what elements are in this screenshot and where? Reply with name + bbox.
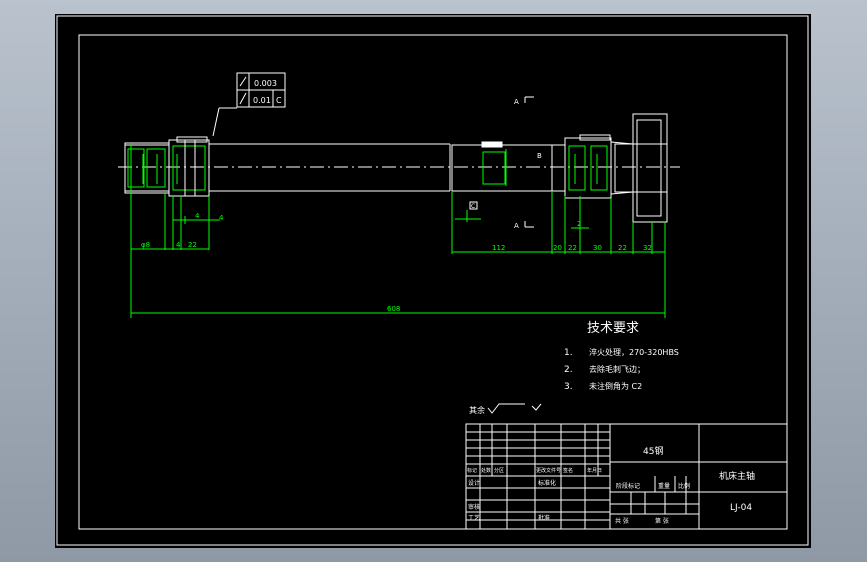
section-a-bottom: A	[514, 222, 519, 230]
inner-frame	[78, 34, 788, 530]
title-approve: 批准	[538, 514, 550, 522]
section-b-label: B	[537, 152, 542, 160]
tech-title: 技术要求	[587, 321, 639, 336]
surface-note: 其余	[469, 405, 485, 415]
cad-drawing: 0.003 0.01 C A A B C φ8 4 22 4 4 112 20 …	[56, 15, 809, 546]
dim-overall: 608	[387, 305, 400, 313]
dim-left-3: 22	[188, 241, 197, 249]
shaft-body	[124, 113, 668, 223]
dim-right-6: 32	[643, 244, 652, 252]
dim-right-3: 2	[577, 220, 581, 228]
title-standard: 标准化	[538, 479, 556, 487]
surface-roughness-icon	[487, 403, 525, 414]
tech-item-3-text: 未注倒角为 C2	[589, 381, 642, 391]
tech-item-1-num: 1.	[564, 348, 573, 358]
dim-left-1: φ8	[141, 241, 150, 249]
outer-frame	[56, 15, 809, 546]
dim-right-2: 22	[568, 244, 577, 252]
title-part-name: 机床主轴	[719, 470, 755, 482]
dim-left-4: 4	[195, 212, 200, 220]
dim-right-5: 22	[618, 244, 627, 252]
section-a-top: A	[514, 98, 519, 106]
title-sign: 签名	[563, 467, 573, 474]
dim-left-5: 4	[219, 214, 224, 222]
title-count: 处数	[481, 467, 491, 474]
tech-item-2-num: 2.	[564, 365, 573, 375]
roughness-bracket-icon	[531, 403, 542, 411]
title-mark: 标记	[467, 467, 477, 474]
title-stage-mark: 阶段标记	[616, 482, 640, 490]
title-zone: 分区	[494, 467, 504, 474]
dim-left-2: 4	[176, 241, 181, 249]
title-process: 工艺	[468, 514, 480, 522]
datum-c: C	[471, 203, 475, 210]
title-sheet-no: 第 张	[655, 517, 669, 525]
tech-item-3-num: 3.	[564, 382, 573, 392]
dim-right-1: 20	[553, 244, 562, 252]
title-material: 45钢	[643, 445, 663, 457]
dim-mid: 112	[492, 244, 505, 252]
tolerance-value-1: 0.003	[254, 79, 277, 88]
title-check: 审核	[468, 503, 480, 511]
title-date: 年月日	[587, 467, 602, 474]
title-design: 设计	[468, 479, 480, 487]
tech-item-2-text: 去除毛刺飞边；	[589, 364, 645, 374]
drawing-canvas: 0.003 0.01 C A A B C φ8 4 22 4 4 112 20 …	[55, 14, 811, 548]
dim-right-4: 30	[593, 244, 602, 252]
tolerance-value-2: 0.01	[253, 96, 271, 105]
title-sheet-total: 共 张	[615, 517, 629, 525]
tech-item-1-text: 淬火处理，270-320HBS	[589, 347, 679, 357]
tolerance-datum: C	[276, 96, 282, 105]
title-drawing-no: LJ-04	[730, 503, 752, 513]
title-weight: 重量	[658, 482, 670, 490]
title-scale: 比例	[678, 482, 690, 490]
title-change-no: 更改文件号	[536, 467, 561, 474]
